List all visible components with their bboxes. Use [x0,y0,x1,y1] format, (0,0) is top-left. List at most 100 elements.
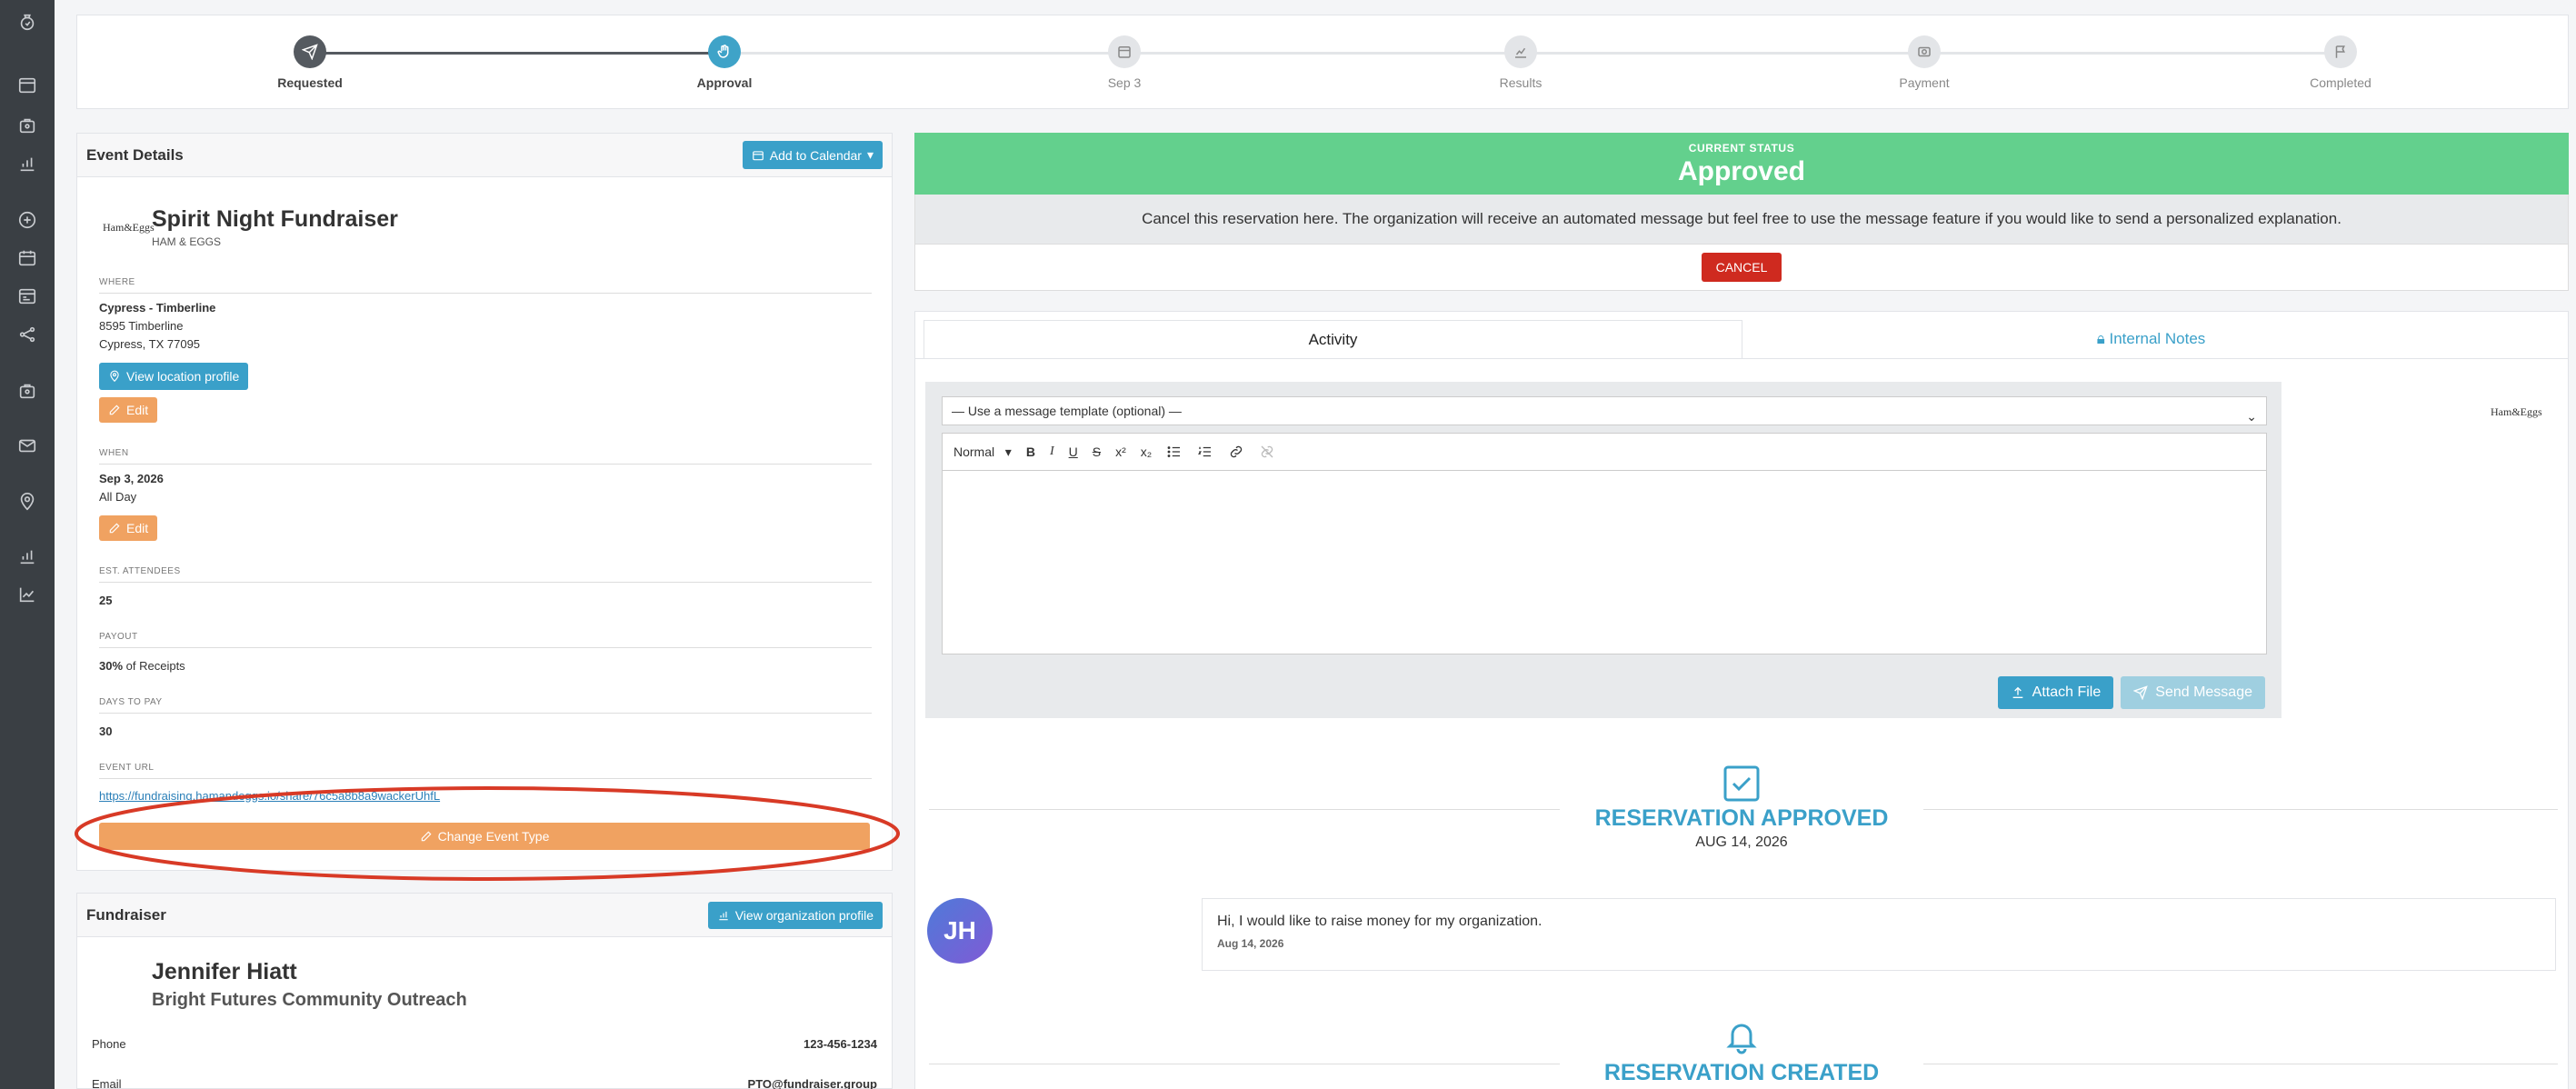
reservation-created-title: RESERVATION CREATED [1560,1060,1923,1086]
address-line2: Cypress, TX 77095 [99,337,201,351]
chevron-down-icon: ⌄ [2246,409,2257,424]
trend-icon[interactable] [15,582,40,607]
add-to-calendar-button[interactable]: Add to Calendar ▾ [742,141,883,169]
schedule-icon[interactable] [15,284,40,309]
bullet-list-icon[interactable] [1166,444,1183,460]
fundraiser-name: Jennifer Hiatt [152,959,297,984]
template-placeholder: — Use a message template (optional) — [952,404,1182,418]
email-value: PTO@fundraiser.group [747,1077,877,1089]
panel-title: Event Details [86,145,184,164]
step-results[interactable]: Results [1430,35,1612,90]
internal-notes-label: Internal Notes [2109,330,2206,347]
step-label: Payment [1899,75,1950,90]
format-select[interactable]: Normal ▾ [954,445,1012,460]
tab-internal-notes[interactable]: 🔒︎ Internal Notes [1742,320,2560,358]
address-line1: 8595 Timberline [99,319,184,333]
step-label: Completed [2310,75,2371,90]
format-label: Normal [954,444,995,459]
edit-label: Edit [126,403,149,417]
tab-activity[interactable]: Activity [924,320,1742,358]
attach-file-button[interactable]: Attach File [1997,676,2114,709]
send-icon [2133,685,2149,700]
numbered-list-icon[interactable] [1197,444,1213,460]
superscript-icon[interactable]: x² [1115,445,1126,459]
approved-date: AUG 14, 2026 [1695,834,1788,850]
unlink-icon[interactable] [1259,444,1275,460]
add-circle-icon[interactable] [15,207,40,233]
cancel-action-row: CANCEL [914,244,2569,291]
days-to-pay-label: DAYS TO PAY [99,697,872,714]
send-message-label: Send Message [2155,684,2252,700]
dashboard-icon[interactable] [15,73,40,98]
avatar: JH [927,898,993,964]
fundraiser-panel: Fundraiser View organization profile Jen… [76,893,893,1089]
logo-icon[interactable] [15,9,40,35]
money-icon [1908,35,1941,68]
hand-icon [708,35,741,68]
edit-icon [109,405,120,415]
send-message-button[interactable]: Send Message [2121,676,2265,709]
cancel-reservation-button[interactable]: CANCEL [1701,253,1782,282]
highlight-ellipse [75,786,900,881]
subscript-icon[interactable]: x₂ [1141,445,1152,459]
view-organization-profile-button[interactable]: View organization profile [707,901,883,929]
step-label: Approval [696,75,753,90]
calendar-icon[interactable] [15,245,40,271]
fundraiser-header: Fundraiser View organization profile [77,894,892,937]
message-textarea[interactable] [942,471,2267,654]
link-icon[interactable] [1228,444,1244,460]
payout-value: 30% of Receipts [99,657,872,675]
step-approval[interactable]: Approval [634,35,815,90]
message-template-select[interactable]: — Use a message template (optional) — ⌄ [942,396,2267,425]
brand-logo: Ham&Eggs [103,221,155,234]
location-icon[interactable] [15,489,40,515]
bold-icon[interactable]: B [1026,445,1035,459]
edit-date-button[interactable]: Edit [99,515,158,541]
upload-icon [2012,686,2023,698]
status-caption: CURRENT STATUS [1688,142,1795,155]
view-org-label: View organization profile [734,907,874,923]
reservation-approved-title: RESERVATION APPROVED [1560,805,1923,832]
location-name: Cypress - Timberline [99,301,216,315]
add-calendar-label: Add to Calendar [769,147,862,163]
share-icon[interactable] [15,322,40,347]
phone-label: Phone [92,1037,126,1051]
tabs-divider [914,358,2569,359]
when-label: WHEN [99,448,872,465]
attach-file-label: Attach File [2032,684,2102,700]
mail-icon[interactable] [15,433,40,458]
bag-icon[interactable] [15,113,40,138]
edit-location-button[interactable]: Edit [99,397,158,423]
step-completed[interactable]: Completed [2250,35,2431,90]
step-label: Sep 3 [1107,75,1142,90]
stats-icon[interactable] [15,544,40,569]
days-to-pay-value: 30 [99,724,113,738]
attendees-value: 25 [99,594,113,607]
payout-percent: 30% [99,659,124,673]
caret-down-icon: ▾ [866,147,874,162]
strikethrough-icon[interactable]: S [1093,445,1101,459]
bell-icon [1726,1024,1757,1054]
italic-icon[interactable]: I [1050,445,1054,459]
event-brand: HAM & EGGS [152,235,222,248]
chart-icon [719,911,728,920]
case-icon[interactable] [15,378,40,404]
view-location-profile-button[interactable]: View location profile [99,363,249,390]
step-payment[interactable]: Payment [1833,35,2015,90]
send-icon [294,35,326,68]
calendar-icon [1108,35,1141,68]
bar-chart-icon[interactable] [15,151,40,176]
underline-icon[interactable]: U [1069,445,1078,459]
step-event-date[interactable]: Sep 3 [1033,35,1215,90]
step-requested[interactable]: Requested [219,35,401,90]
panel-title: Fundraiser [86,905,166,924]
phone-value: 123-456-1234 [804,1037,877,1051]
calendar-icon [752,150,764,160]
event-details-header: Event Details Add to Calendar ▾ [77,134,892,177]
lock-icon: 🔒︎ [2096,330,2105,347]
message-text: Hi, I would like to raise money for my o… [1217,914,1543,929]
progress-stepper: Requested Approval Sep 3 Results Payment… [76,15,2569,109]
checkbox-icon [1723,765,1760,802]
message-editor: — Use a message template (optional) — ⌄ … [925,382,2281,718]
sidebar [0,0,55,1089]
